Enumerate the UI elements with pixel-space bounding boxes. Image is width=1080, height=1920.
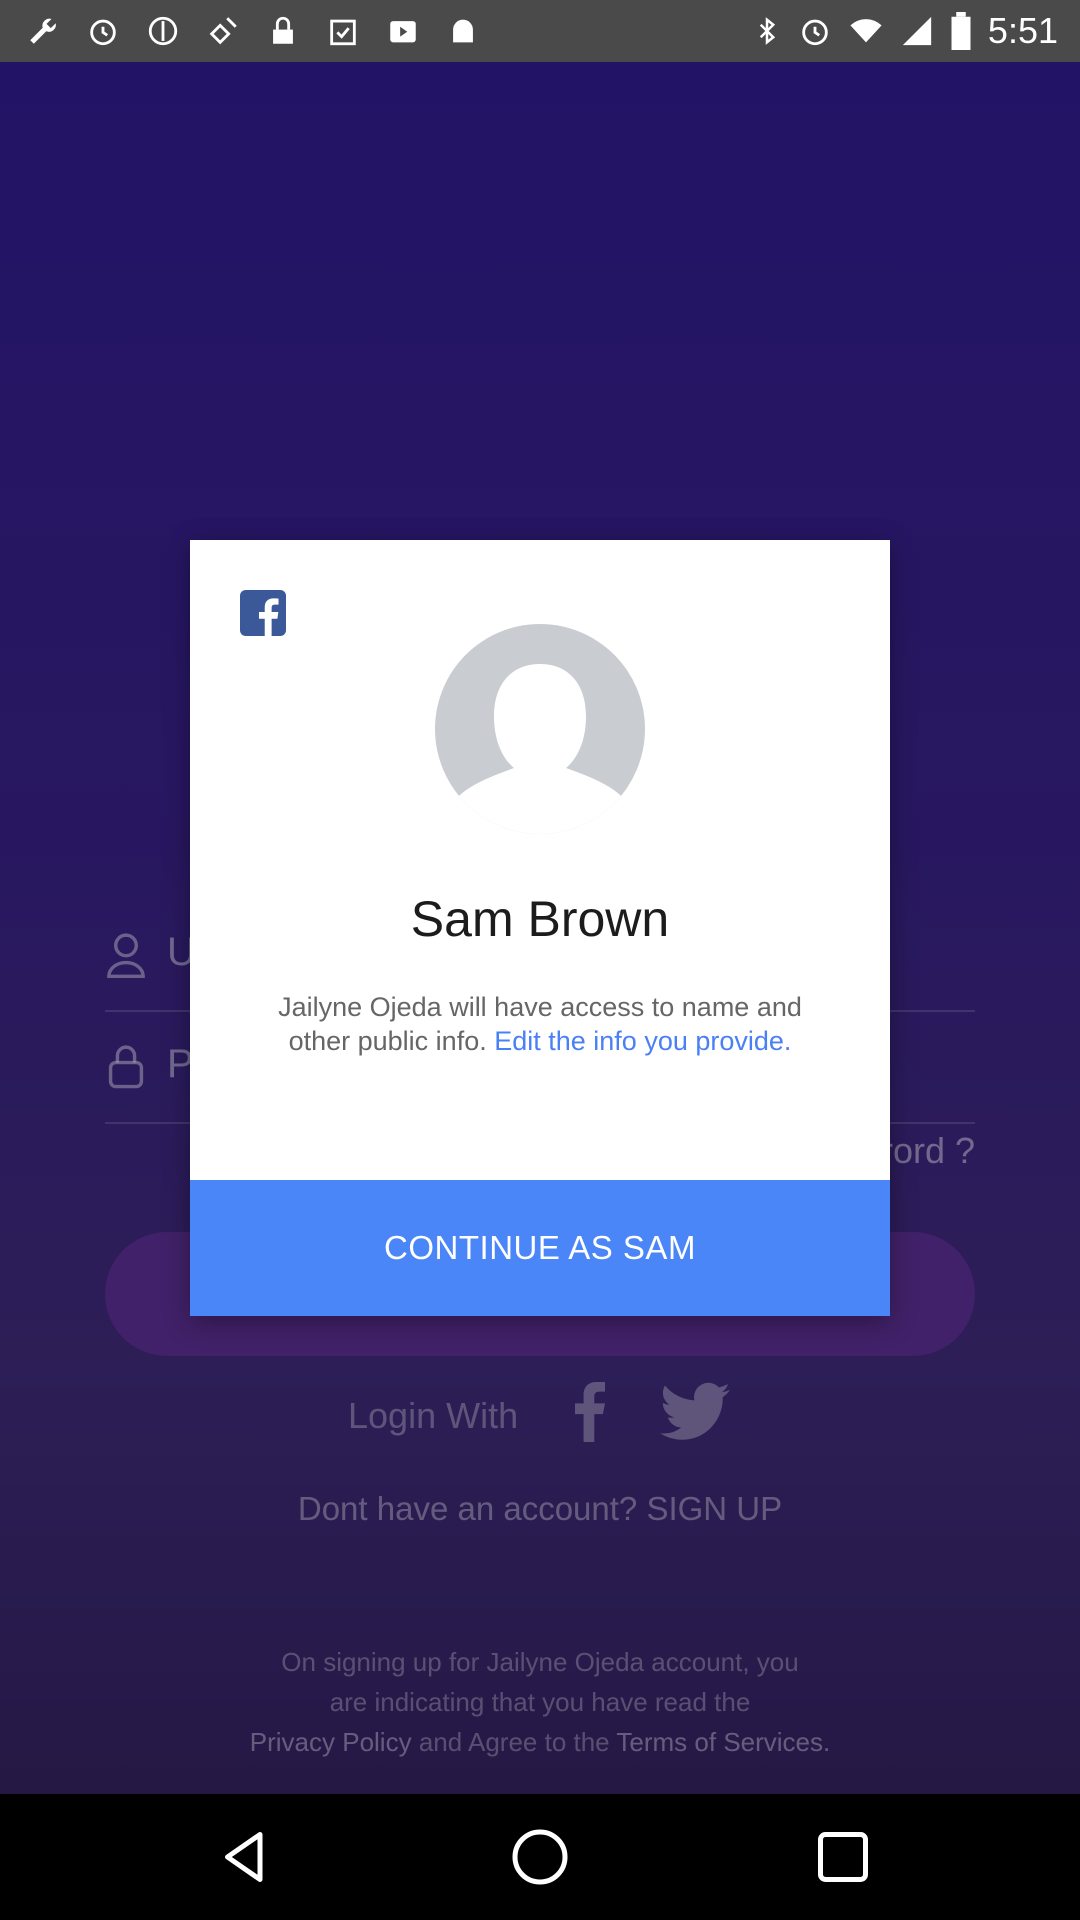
wifi-icon <box>850 19 882 43</box>
system-status: 5:51 <box>752 10 1058 52</box>
notification-icons <box>22 12 484 50</box>
facebook-login-dialog: Sam Brown Jailyne Ojeda will have access… <box>190 540 890 1316</box>
circle-icon <box>142 12 184 50</box>
permission-info: Jailyne Ojeda will have access to name a… <box>270 990 810 1058</box>
satellite-icon <box>202 12 244 50</box>
recents-icon[interactable] <box>813 1827 873 1887</box>
lock-icon <box>262 12 304 50</box>
alarm-icon <box>82 12 124 50</box>
avatar <box>435 624 645 834</box>
signal-icon <box>902 16 932 46</box>
clipboard-check-icon <box>322 12 364 50</box>
clock: 5:51 <box>987 10 1058 51</box>
wrench-icon <box>22 12 64 50</box>
home-icon[interactable] <box>510 1827 570 1887</box>
status-bar: 5:51 <box>0 0 1080 62</box>
play-icon <box>382 12 424 50</box>
back-icon[interactable] <box>215 1827 275 1887</box>
facebook-icon <box>240 590 286 636</box>
user-name: Sam Brown <box>410 891 670 947</box>
continue-button[interactable]: CONTINUE AS SAM <box>190 1180 890 1316</box>
edit-info-link[interactable]: Edit the info you provide. <box>494 1026 791 1056</box>
navigation-bar <box>0 1794 1080 1920</box>
bluetooth-icon <box>759 17 776 45</box>
android-icon <box>442 12 484 50</box>
battery-icon <box>951 12 971 50</box>
alarm-icon <box>802 19 828 46</box>
